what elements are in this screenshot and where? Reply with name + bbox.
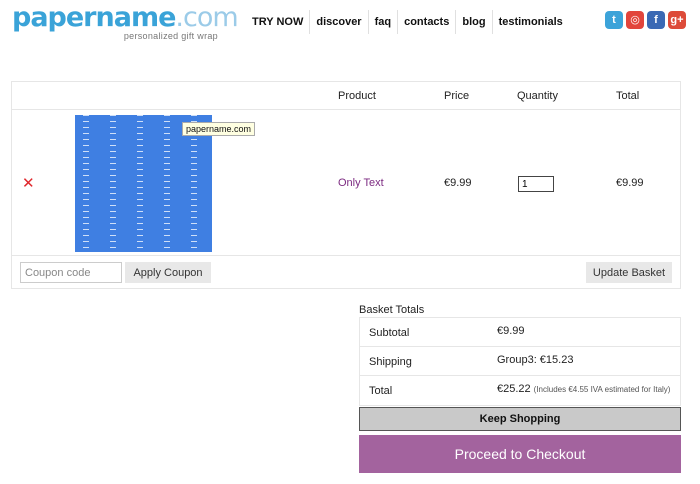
quantity-input[interactable]: [518, 176, 554, 192]
twitter-icon[interactable]: t: [605, 11, 623, 29]
column-quantity: Quantity: [517, 90, 558, 102]
logo-light-text: .com: [175, 2, 238, 33]
main-nav: TRY NOW discover faq contacts blog testi…: [246, 10, 569, 34]
nav-blog[interactable]: blog: [455, 10, 491, 34]
item-total: €9.99: [616, 177, 644, 189]
total-row: Total €25.22 (Includes €4.55 IVA estimate…: [360, 376, 680, 405]
instagram-icon[interactable]: ◎: [626, 11, 644, 29]
subtotal-row: Subtotal €9.99: [360, 318, 680, 347]
tax-note: (Includes €4.55 IVA estimated for Italy): [533, 385, 671, 394]
column-total: Total: [616, 90, 640, 102]
logo-bold-text: papername: [12, 2, 176, 33]
subtotal-value: €9.99: [497, 325, 525, 337]
nav-contacts[interactable]: contacts: [397, 10, 455, 34]
cart-table: Product Price Quantity Total ✕ papername…: [11, 81, 681, 289]
keep-shopping-button[interactable]: Keep Shopping: [359, 407, 681, 431]
column-price: Price: [444, 90, 470, 102]
column-product: Product: [338, 90, 376, 102]
google-plus-icon[interactable]: g+: [668, 11, 686, 29]
update-basket-button[interactable]: Update Basket: [586, 262, 672, 283]
shipping-row: Shipping Group3: €15.23: [360, 347, 680, 376]
remove-item-icon[interactable]: ✕: [22, 174, 35, 192]
nav-try-now[interactable]: TRY NOW: [246, 10, 309, 34]
logo-tagline: personalized gift wrap: [123, 31, 218, 41]
nav-testimonials[interactable]: testimonials: [491, 10, 569, 34]
basket-totals-title: Basket Totals: [359, 304, 425, 316]
apply-coupon-button[interactable]: Apply Coupon: [125, 262, 211, 283]
subtotal-label: Subtotal: [369, 327, 410, 339]
basket-totals-table: Subtotal €9.99 Shipping Group3: €15.23 T…: [359, 317, 681, 406]
coupon-code-input[interactable]: [20, 262, 122, 283]
social-links: t ◎ f g+: [605, 11, 686, 29]
nav-faq[interactable]: faq: [367, 10, 398, 34]
total-label: Total: [369, 385, 393, 397]
item-price: €9.99: [444, 177, 472, 189]
shipping-label: Shipping: [369, 356, 412, 368]
thumbnail-tooltip: papername.com: [182, 122, 256, 136]
cart-header-row: Product Price Quantity Total: [12, 82, 680, 110]
total-value: €25.22: [497, 383, 531, 395]
site-logo[interactable]: papername.com personalized gift wrap: [12, 2, 239, 42]
proceed-to-checkout-button[interactable]: Proceed to Checkout: [359, 435, 681, 473]
product-name-link[interactable]: Only Text: [338, 177, 384, 189]
cart-item-row: ✕ papername.com Only Text €9.99 €9.99: [12, 110, 680, 256]
total-value-wrap: €25.22 (Includes €4.55 IVA estimated for …: [497, 383, 670, 395]
shipping-value: Group3: €15.23: [497, 354, 574, 366]
facebook-icon[interactable]: f: [647, 11, 665, 29]
nav-discover[interactable]: discover: [309, 10, 367, 34]
